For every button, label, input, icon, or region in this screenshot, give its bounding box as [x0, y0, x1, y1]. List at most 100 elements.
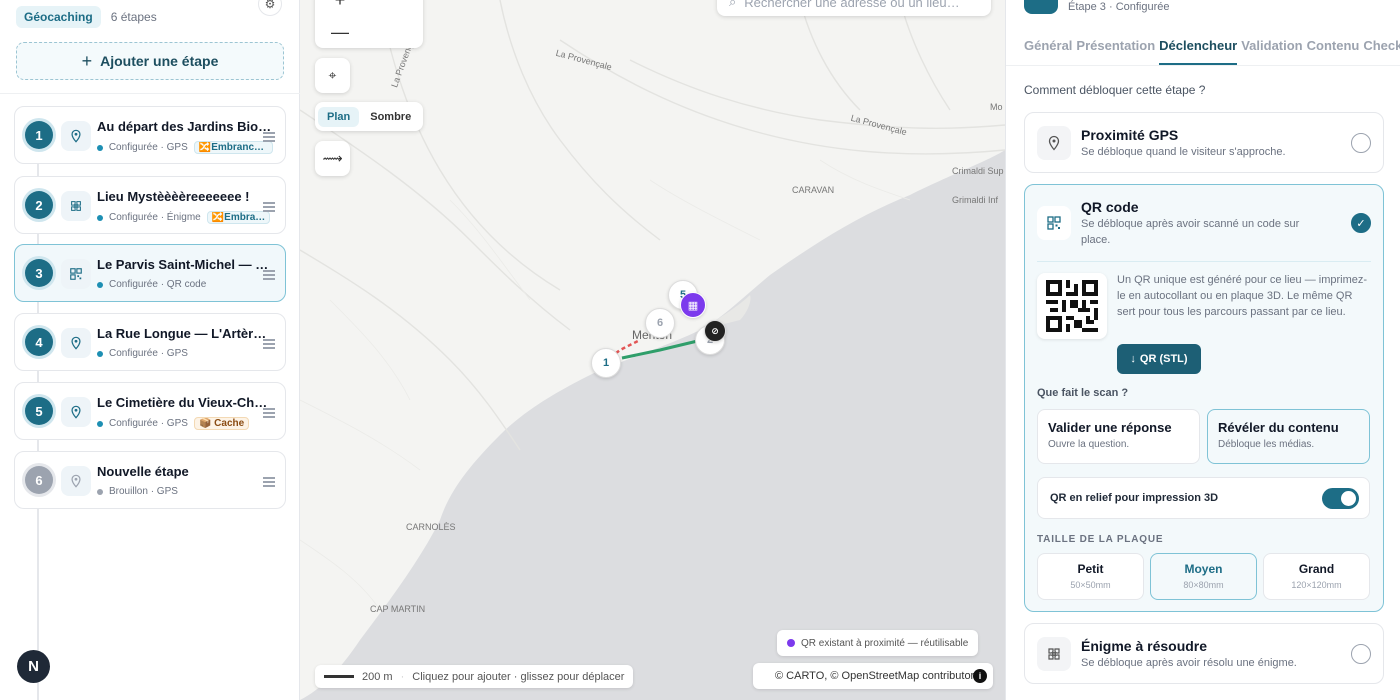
- trigger-option-gps[interactable]: Proximité GPS Se débloque quand le visit…: [1024, 112, 1384, 173]
- drag-handle-icon[interactable]: [263, 339, 275, 351]
- qr-code-image: [1037, 273, 1107, 339]
- step-card-active[interactable]: 3 Le Parvis Saint-Michel — Le C… Configu…: [14, 244, 286, 302]
- step-card[interactable]: 2 Lieu Mystèèèèreeeeeee ! Configurée · É…: [14, 176, 286, 234]
- map-label: CARNOLÈS: [406, 522, 456, 532]
- route-icon[interactable]: ⟿: [315, 141, 350, 176]
- size-desc: 120×120mm: [1291, 580, 1342, 590]
- map-search[interactable]: ⌕ Rechercher une adresse ou un lieu…: [717, 0, 991, 16]
- search-input[interactable]: Rechercher une adresse ou un lieu…: [744, 0, 959, 10]
- download-label: QR (STL): [1139, 353, 1188, 365]
- step-card[interactable]: 5 Le Cimetière du Vieux-Châ… Configurée …: [14, 382, 286, 440]
- size-desc: 50×50mm: [1070, 580, 1111, 590]
- tab-general[interactable]: Général: [1024, 38, 1072, 65]
- map-hint: Cliquez pour ajouter · glissez pour dépl…: [412, 670, 625, 683]
- steps-sidebar: Géocaching 6 étapes ⚙ + Ajouter une étap…: [0, 0, 300, 700]
- size-option-small[interactable]: Petit 50×50mm: [1037, 553, 1144, 600]
- pin-icon: [1037, 126, 1071, 160]
- size-option-large[interactable]: Grand 120×120mm: [1263, 553, 1370, 600]
- size-desc: 80×80mm: [1183, 580, 1224, 590]
- mode-tag[interactable]: Géocaching: [16, 6, 101, 28]
- map-scale: 200 m · Cliquez pour ajouter · glissez p…: [315, 665, 634, 688]
- map-attribution: © CARTO, © OpenStreetMap contributors i: [753, 663, 993, 689]
- tab-content[interactable]: Contenu: [1307, 38, 1360, 65]
- step-meta: Brouillon · GPS: [97, 486, 273, 497]
- step-meta: Configurée · Énigme 🔀Embra…: [97, 211, 273, 224]
- search-icon: ⌕: [729, 0, 737, 9]
- tab-presentation[interactable]: Présentation: [1076, 38, 1155, 65]
- step-subtitle: Étape 3 · Configurée: [1068, 1, 1170, 13]
- trigger-option-qr[interactable]: QR code Se débloque après avoir scanné u…: [1024, 184, 1384, 612]
- cache-badge: 📦 Cache: [193, 417, 250, 430]
- puzzle-icon: [1037, 637, 1071, 671]
- legend-dot: [787, 639, 795, 647]
- tab-checkpoint[interactable]: Checkpoint: [1363, 38, 1400, 65]
- drag-handle-icon[interactable]: [263, 270, 275, 282]
- zoom-control: + —: [315, 0, 423, 48]
- radio-button[interactable]: [1351, 133, 1371, 153]
- radio-button-checked[interactable]: ✓: [1351, 213, 1371, 233]
- step-meta: Configurée · GPS 🔀Embranch…: [97, 141, 273, 154]
- relief-setting: QR en relief pour impression 3D: [1037, 477, 1370, 519]
- relief-toggle[interactable]: [1322, 488, 1359, 509]
- zoom-in-button[interactable]: +: [323, 0, 357, 12]
- style-plan-button[interactable]: Plan: [318, 106, 360, 127]
- step-title: La Rue Longue — L'Artère …: [97, 326, 273, 341]
- size-option-medium[interactable]: Moyen 80×80mm: [1150, 553, 1257, 600]
- gear-icon[interactable]: ⚙: [258, 0, 282, 16]
- radio-button[interactable]: [1351, 644, 1371, 664]
- map-label: CAP MARTIN: [370, 604, 426, 614]
- step-card[interactable]: 6 Nouvelle étape Brouillon · GPS: [14, 451, 286, 509]
- download-icon: ↓: [1130, 353, 1136, 365]
- tab-trigger[interactable]: Déclencheur: [1159, 38, 1238, 65]
- drag-handle-icon[interactable]: [263, 132, 275, 144]
- branch-badge: 🔀Embranch…: [193, 141, 273, 154]
- tab-bar: Général Présentation Déclencheur Validat…: [1024, 38, 1400, 65]
- map-legend: QR existant à proximité — réutilisable: [777, 630, 979, 656]
- step-title: Le Cimetière du Vieux-Châ…: [97, 395, 273, 410]
- scan-option-reveal[interactable]: Révéler du contenu Débloque les médias.: [1207, 409, 1370, 464]
- scan-option-title: Valider une réponse: [1048, 420, 1172, 435]
- plus-icon: +: [81, 50, 93, 71]
- style-dark-button[interactable]: Sombre: [361, 107, 420, 127]
- separator: ·: [400, 670, 405, 683]
- map-label: Crimaldi Sup: [952, 166, 1004, 176]
- map-marker-step[interactable]: 1: [591, 348, 621, 378]
- step-meta: Configurée · QR code: [97, 279, 273, 290]
- step-card[interactable]: 4 La Rue Longue — L'Artère … Configurée …: [14, 313, 286, 371]
- size-title: Grand: [1298, 562, 1335, 576]
- step-card[interactable]: 1 Au départ des Jardins Biov… Configurée…: [14, 106, 286, 164]
- scan-option-desc: Débloque les médias.: [1218, 439, 1315, 450]
- pin-icon: [61, 328, 91, 358]
- drag-handle-icon[interactable]: [263, 477, 275, 489]
- qr-marker-icon[interactable]: ▦: [680, 292, 706, 318]
- step-count: 6 étapes: [110, 10, 157, 24]
- puzzle-icon: [61, 191, 91, 221]
- tab-validation[interactable]: Validation: [1241, 38, 1302, 65]
- drag-handle-icon[interactable]: [263, 202, 275, 214]
- trigger-option-enigme[interactable]: Énigme à résoudre Se débloque après avoi…: [1024, 623, 1384, 684]
- add-step-button[interactable]: + Ajouter une étape: [16, 42, 284, 80]
- relief-label: QR en relief pour impression 3D: [1050, 492, 1219, 504]
- info-icon[interactable]: i: [973, 669, 987, 683]
- divider: [0, 93, 300, 94]
- sidebar-header: Géocaching 6 étapes: [16, 6, 157, 28]
- add-step-label: Ajouter une étape: [100, 53, 219, 69]
- scan-option-validate[interactable]: Valider une réponse Ouvre la question.: [1037, 409, 1200, 464]
- step-meta: Configurée · GPS: [97, 348, 273, 359]
- pin-icon: [61, 466, 91, 496]
- attribution-text[interactable]: © CARTO, © OpenStreetMap contributors: [775, 670, 980, 682]
- user-avatar[interactable]: N: [17, 650, 50, 683]
- zoom-out-button[interactable]: —: [323, 20, 357, 44]
- drag-handle-icon[interactable]: [263, 408, 275, 420]
- pin-icon: [61, 397, 91, 427]
- option-title: QR code: [1081, 199, 1139, 215]
- download-qr-button[interactable]: ↓ QR (STL): [1117, 344, 1201, 374]
- blocked-marker-icon[interactable]: ⊘: [704, 320, 726, 342]
- step-number: 5: [25, 397, 53, 425]
- size-title: Petit: [1077, 562, 1104, 576]
- step-title: Au départ des Jardins Biov…: [97, 119, 273, 134]
- option-desc: Se débloque quand le visiteur s'approche…: [1081, 146, 1286, 158]
- locate-icon[interactable]: ⌖: [315, 58, 350, 93]
- step-number: 1: [25, 121, 53, 149]
- map-marker-step[interactable]: 6: [645, 308, 675, 338]
